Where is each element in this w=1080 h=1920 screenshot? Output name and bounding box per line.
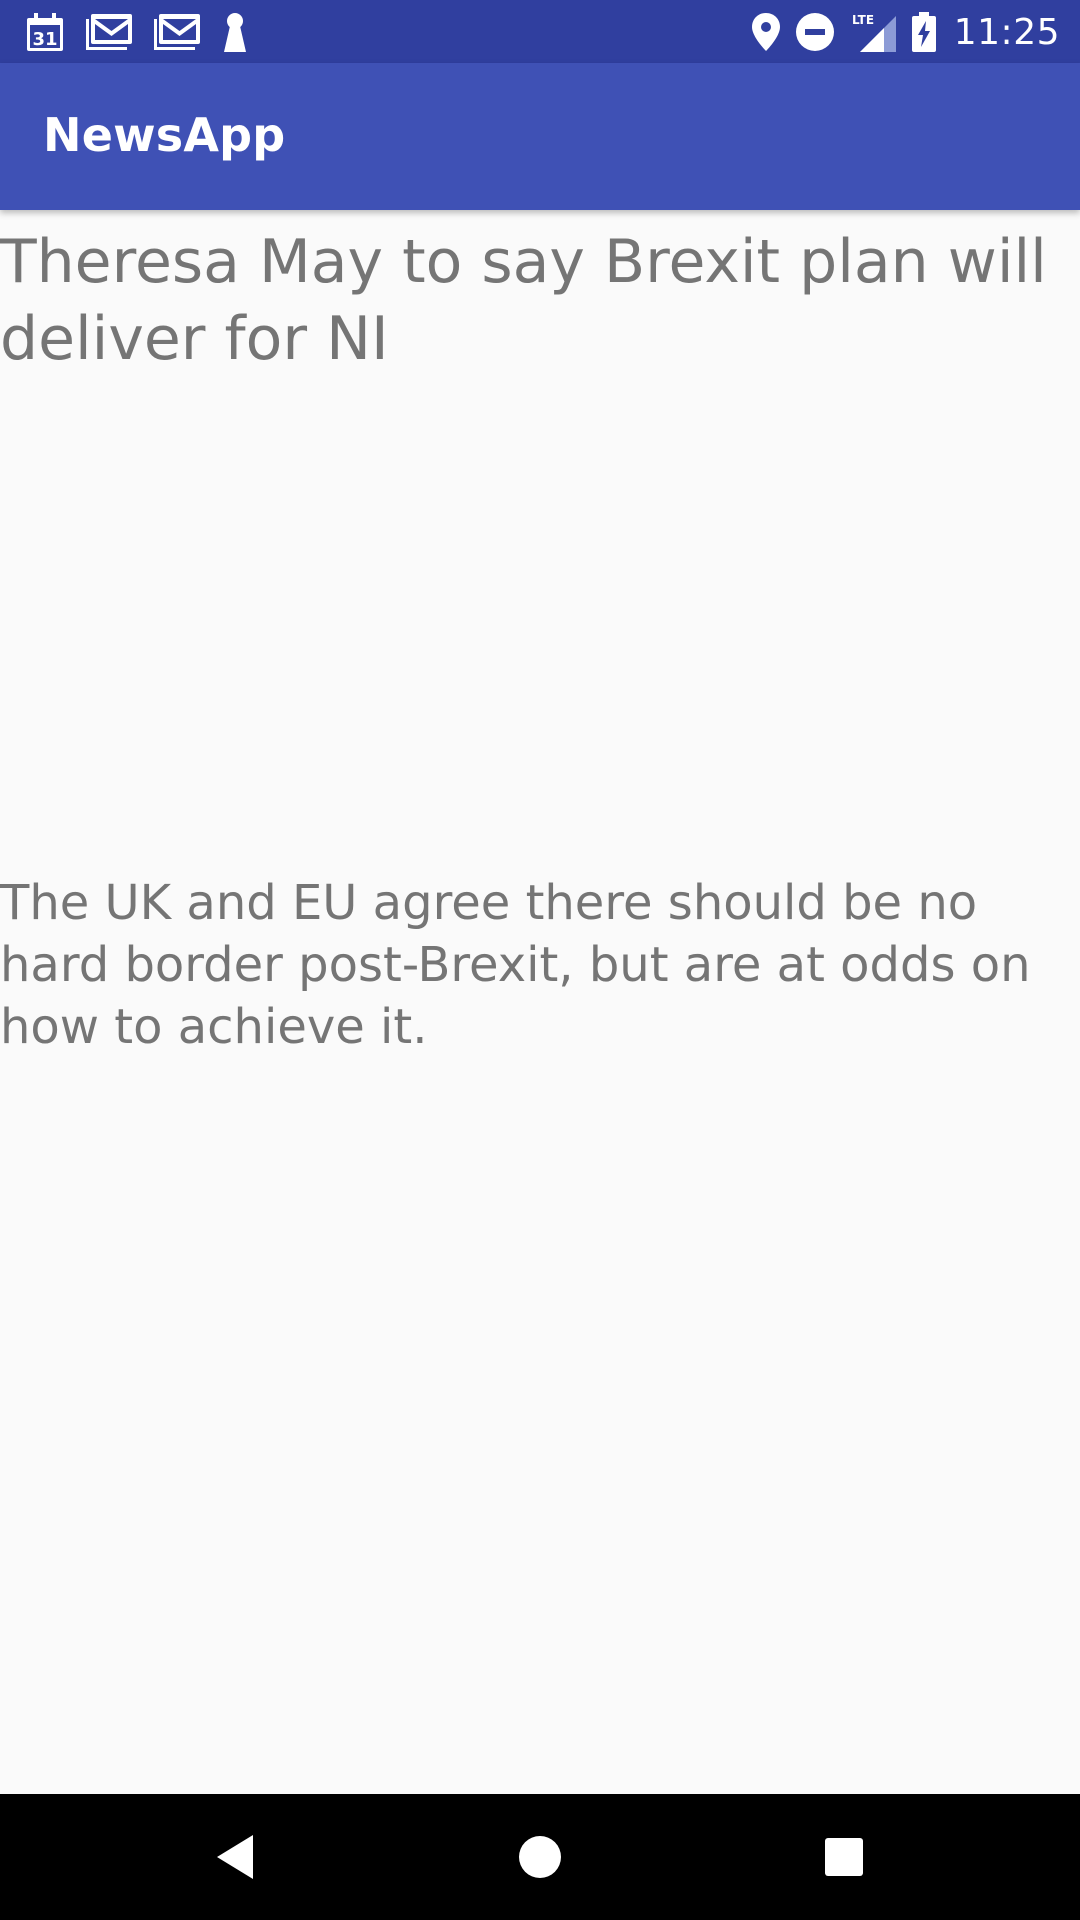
recents-icon — [825, 1838, 863, 1876]
recents-button[interactable] — [809, 1822, 879, 1892]
back-button[interactable] — [200, 1822, 270, 1892]
home-icon — [519, 1836, 561, 1878]
location-icon — [751, 13, 780, 51]
app-toolbar: NewsApp — [0, 63, 1080, 210]
article-headline: Theresa May to say Brexit plan will deli… — [0, 227, 1047, 374]
back-icon — [217, 1835, 253, 1879]
gmail-icon — [86, 14, 132, 50]
calendar-icon: 31 — [27, 13, 63, 51]
keyhole-icon — [224, 13, 246, 52]
battery-charging-icon — [911, 12, 936, 52]
navigation-bar — [0, 1794, 1080, 1920]
home-button[interactable] — [505, 1822, 575, 1892]
notification-icons: 31 — [26, 8, 270, 56]
do-not-disturb-icon — [795, 13, 834, 51]
article-detail: Theresa May to say Brexit plan will deli… — [0, 210, 1080, 1794]
system-status-icons: LTE 11:25 — [736, 8, 1060, 56]
network-type-label: LTE — [852, 13, 874, 27]
status-time: 11:25 — [953, 11, 1060, 53]
app-title: NewsApp — [43, 108, 286, 162]
status-bar: 31 LTE 11:25 — [0, 0, 1080, 63]
gmail-icon — [154, 14, 200, 50]
calendar-day-text: 31 — [32, 29, 57, 50]
app-screen: 31 LTE 11:25 NewsApp Theresa May to say … — [0, 0, 1080, 1920]
signal-lte-icon: LTE — [852, 13, 896, 52]
article-summary: The UK and EU agree there should be no h… — [0, 875, 1031, 1055]
